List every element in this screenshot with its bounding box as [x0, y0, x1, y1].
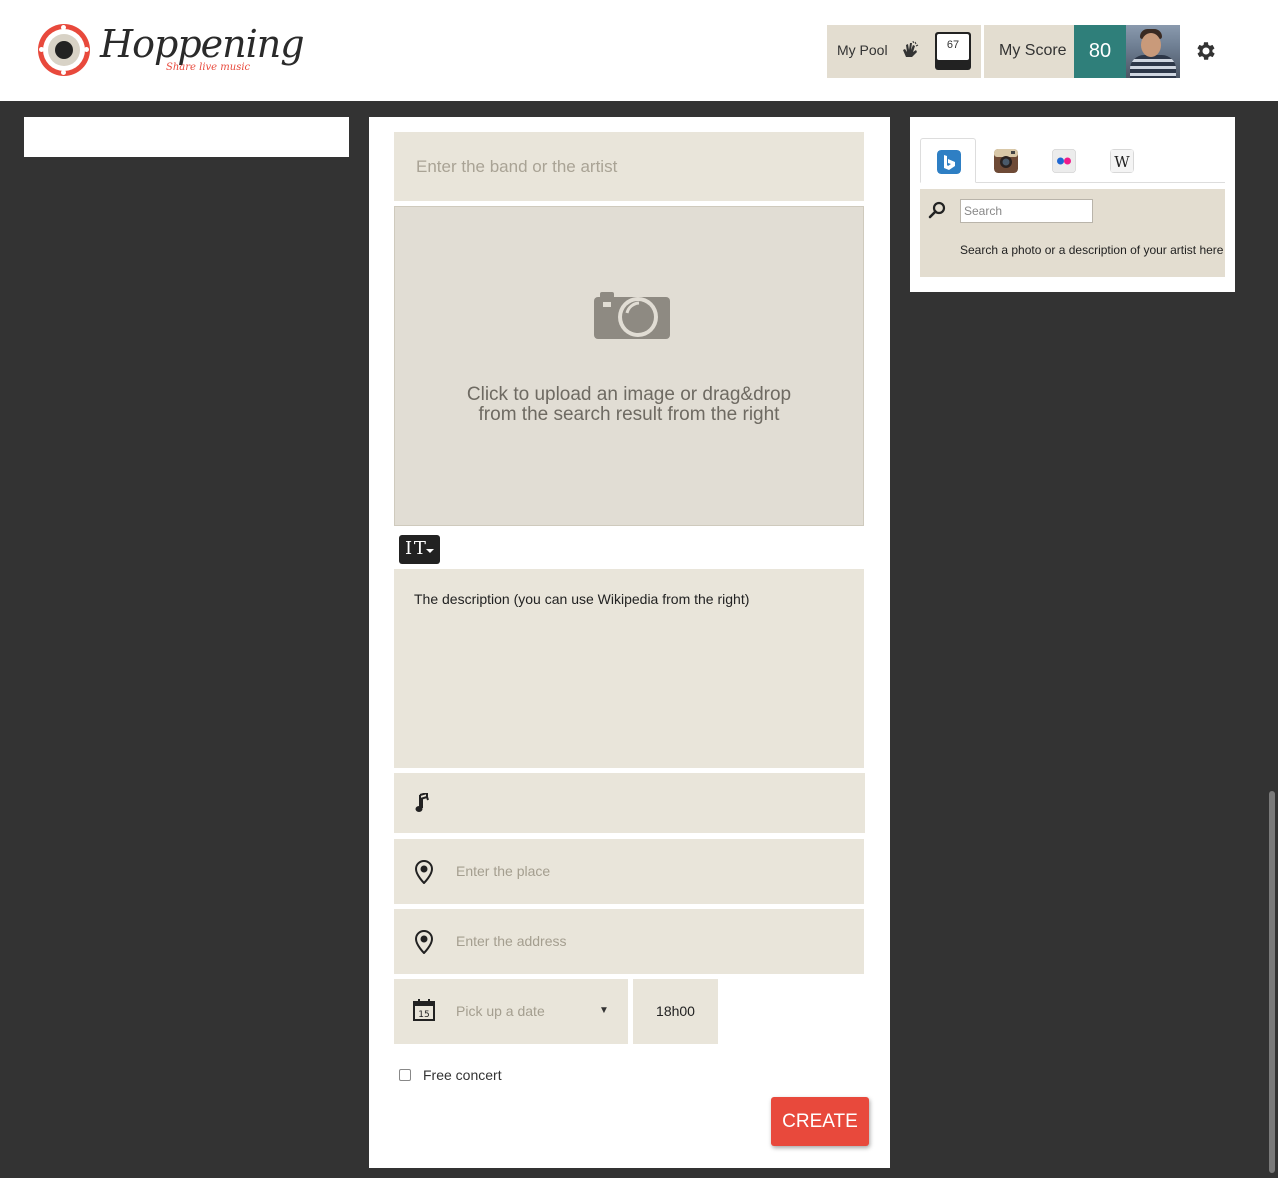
- svg-text:W: W: [1114, 153, 1130, 171]
- location-pin-icon: [414, 860, 434, 884]
- band-input[interactable]: [394, 132, 864, 201]
- my-pool-label: My Pool: [837, 42, 888, 58]
- music-note-icon: [415, 793, 429, 812]
- my-score-button[interactable]: My Score: [984, 25, 1074, 78]
- chevron-down-icon: [426, 549, 434, 553]
- upload-text-line1: Click to upload an image or drag&drop: [466, 384, 792, 405]
- text-format-icon: I T: [405, 538, 426, 559]
- text-format-button[interactable]: I T: [399, 535, 440, 564]
- tab-instagram[interactable]: [978, 138, 1034, 183]
- bing-icon: [937, 150, 961, 174]
- place-placeholder: Enter the place: [456, 863, 551, 879]
- pool-count: 67: [937, 34, 969, 60]
- location-pin-icon: [414, 930, 434, 954]
- description-placeholder: The description (you can use Wikipedia f…: [414, 591, 750, 607]
- user-avatar[interactable]: [1126, 25, 1180, 78]
- search-hint: Search a photo or a description of your …: [960, 243, 1224, 257]
- date-placeholder: Pick up a date: [456, 1003, 545, 1019]
- calendar-icon: 15: [413, 999, 435, 1021]
- tab-flickr[interactable]: [1036, 138, 1092, 183]
- flickr-icon: [1052, 149, 1076, 173]
- gear-icon[interactable]: [1193, 39, 1217, 63]
- logo-tagline: Share live music: [166, 62, 251, 73]
- band-field[interactable]: [394, 132, 864, 201]
- dropdown-arrow-icon: ▼: [599, 1005, 609, 1016]
- free-concert-checkbox[interactable]: [399, 1069, 411, 1081]
- genre-field[interactable]: [394, 773, 865, 833]
- description-field[interactable]: The description (you can use Wikipedia f…: [394, 569, 864, 768]
- tab-wikipedia[interactable]: W: [1094, 138, 1150, 183]
- logo[interactable]: Hoppening Share live music: [38, 22, 305, 80]
- search-panel: W Search a photo or a description of you…: [910, 117, 1235, 292]
- time-value: 18h00: [656, 1003, 695, 1019]
- image-upload-area[interactable]: Click to upload an image or drag&drop fr…: [394, 206, 864, 526]
- upload-text-line2: from the search result from the right: [478, 404, 780, 425]
- free-concert-label: Free concert: [423, 1067, 502, 1083]
- page-scrollbar[interactable]: [1266, 101, 1278, 1178]
- search-source-tabs: W: [920, 138, 1225, 183]
- top-header: Hoppening Share live music My Pool 67 My…: [0, 0, 1278, 101]
- my-score-label: My Score: [999, 42, 1067, 59]
- upload-instructions: Click to upload an image or drag&drop fr…: [395, 385, 863, 425]
- clapping-hands-icon: [903, 41, 919, 57]
- logo-title: Hoppening: [100, 22, 305, 66]
- search-icon: [928, 201, 946, 219]
- address-field[interactable]: Enter the address: [394, 909, 864, 974]
- camera-icon: [594, 292, 670, 339]
- search-box-area: Search a photo or a description of your …: [920, 189, 1225, 277]
- place-field[interactable]: Enter the place: [394, 839, 864, 904]
- left-panel: [24, 117, 349, 157]
- tab-bing[interactable]: [920, 138, 976, 183]
- pool-count-badge: 67: [935, 32, 971, 70]
- create-button[interactable]: CREATE: [771, 1097, 869, 1146]
- score-value: 80: [1074, 25, 1126, 78]
- instagram-icon: [994, 149, 1018, 173]
- time-field[interactable]: 18h00: [633, 979, 718, 1044]
- my-pool-button[interactable]: My Pool 67: [827, 25, 981, 78]
- search-input[interactable]: [960, 199, 1093, 223]
- create-event-form: Click to upload an image or drag&drop fr…: [369, 117, 890, 1168]
- scrollbar-thumb[interactable]: [1269, 791, 1275, 1173]
- calendar-day: 15: [418, 1010, 429, 1020]
- date-picker[interactable]: 15 Pick up a date ▼: [394, 979, 628, 1044]
- wikipedia-icon: W: [1110, 149, 1134, 173]
- logo-icon: [38, 24, 90, 76]
- address-placeholder: Enter the address: [456, 933, 567, 949]
